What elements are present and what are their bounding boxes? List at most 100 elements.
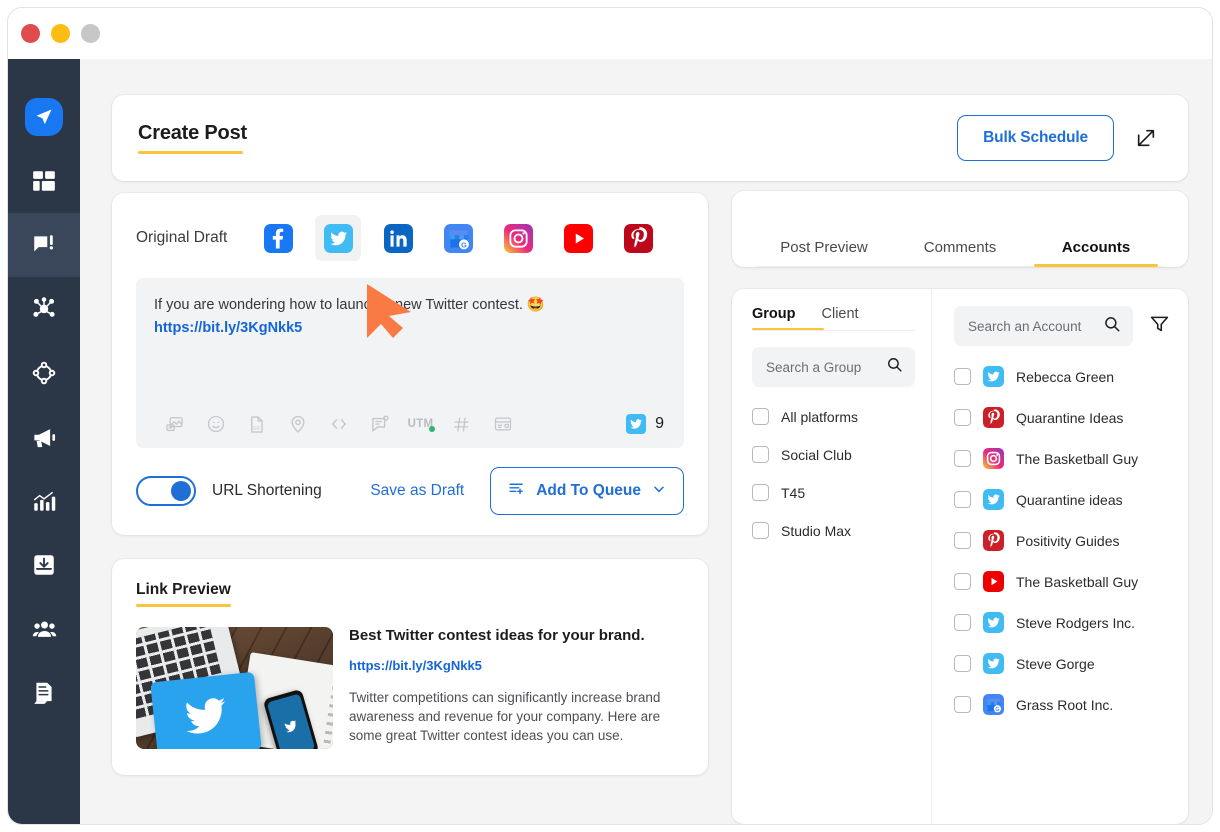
checkbox[interactable] xyxy=(954,409,971,426)
youtube-icon xyxy=(983,571,1004,592)
url-shortening-toggle[interactable] xyxy=(136,476,196,506)
post-editor[interactable]: If you are wondering how to launch a new… xyxy=(136,278,684,448)
group-item-t45[interactable]: T45 xyxy=(752,484,915,501)
checkbox[interactable] xyxy=(752,522,769,539)
tab-post-preview[interactable]: Post Preview xyxy=(756,239,892,267)
link-preview-url[interactable]: https://bit.ly/3KgNkk5 xyxy=(349,658,684,673)
sidebar-item-inbox[interactable] xyxy=(8,533,80,597)
checkbox[interactable] xyxy=(752,408,769,425)
platform-youtube[interactable] xyxy=(555,215,601,261)
platform-instagram[interactable] xyxy=(495,215,541,261)
bar-chart-icon xyxy=(31,488,57,514)
filter-funnel-icon[interactable] xyxy=(1149,313,1170,339)
sidebar-item-logo[interactable] xyxy=(8,85,80,149)
group-search-field[interactable] xyxy=(752,347,915,387)
checkbox[interactable] xyxy=(954,532,971,549)
collapse-panel-button[interactable] xyxy=(1135,127,1157,149)
editor-content[interactable]: If you are wondering how to launch a new… xyxy=(154,295,666,339)
bulk-schedule-button[interactable]: Bulk Schedule xyxy=(957,115,1114,161)
twitter-icon xyxy=(626,414,647,434)
sidebar-item-team[interactable] xyxy=(8,597,80,661)
account-row[interactable]: Rebecca Green xyxy=(954,366,1170,387)
platform-facebook[interactable] xyxy=(255,215,301,261)
accounts-search-row xyxy=(954,306,1170,346)
checkbox[interactable] xyxy=(954,368,971,385)
sidebar-item-campaigns[interactable] xyxy=(8,405,80,469)
account-row[interactable]: Quarantine ideas xyxy=(954,489,1170,510)
account-name: The Basketball Guy xyxy=(1016,450,1139,467)
account-row[interactable]: Steve Gorge xyxy=(954,653,1170,674)
sidebar-item-network[interactable] xyxy=(8,277,80,341)
group-item-label: Studio Max xyxy=(781,522,852,539)
account-name: The Basketball Guy xyxy=(1016,573,1139,590)
emoji-icon[interactable] xyxy=(195,414,236,434)
account-row[interactable]: The Basketball Guy xyxy=(954,571,1170,592)
save-as-draft-button[interactable]: Save as Draft xyxy=(370,482,464,500)
twitter-icon xyxy=(983,489,1004,510)
header-actions: Bulk Schedule xyxy=(957,115,1157,161)
group-item-studio-max[interactable]: Studio Max xyxy=(752,522,915,539)
checkbox[interactable] xyxy=(954,655,971,672)
platform-linkedin[interactable] xyxy=(375,215,421,261)
account-name: Quarantine Ideas xyxy=(1016,409,1124,426)
link-preview-text: Best Twitter contest ideas for your bran… xyxy=(349,627,684,749)
group-item-all-platforms[interactable]: All platforms xyxy=(752,408,915,425)
twitter-icon xyxy=(983,653,1004,674)
checkbox[interactable] xyxy=(954,450,971,467)
platform-pinterest[interactable] xyxy=(615,215,661,261)
twitter-icon xyxy=(983,366,1004,387)
platform-google-business[interactable]: G xyxy=(435,215,481,261)
page-header-card: Create Post Bulk Schedule xyxy=(112,95,1188,181)
left-column: Original Draft G If you are wondering ho… xyxy=(112,83,708,824)
account-row[interactable]: Quarantine Ideas xyxy=(954,407,1170,428)
checkbox[interactable] xyxy=(954,491,971,508)
sidebar-item-compose[interactable] xyxy=(8,213,80,277)
code-icon[interactable] xyxy=(318,414,359,434)
group-search-input[interactable] xyxy=(766,359,886,375)
add-to-queue-button[interactable]: Add To Queue xyxy=(490,467,684,515)
hashtag-icon[interactable] xyxy=(441,415,482,434)
composer-card: Original Draft G If you are wondering ho… xyxy=(112,193,708,535)
platform-twitter[interactable] xyxy=(315,215,362,261)
window-maximize-button[interactable] xyxy=(81,24,100,43)
sidebar-item-discovery[interactable] xyxy=(8,341,80,405)
sidebar-item-dashboard[interactable] xyxy=(8,149,80,213)
group-item-social-club[interactable]: Social Club xyxy=(752,446,915,463)
checkbox[interactable] xyxy=(752,484,769,501)
post-link[interactable]: https://bit.ly/3KgNkk5 xyxy=(154,318,666,339)
svg-text:GIF: GIF xyxy=(253,425,261,431)
tab-group[interactable]: Group xyxy=(752,306,796,331)
account-row[interactable]: G Grass Root Inc. xyxy=(954,694,1170,715)
sidebar-item-analytics[interactable] xyxy=(8,469,80,533)
account-search-input[interactable] xyxy=(968,318,1103,334)
window-close-button[interactable] xyxy=(21,24,40,43)
location-icon[interactable] xyxy=(277,414,318,434)
account-row[interactable]: Steve Rodgers Inc. xyxy=(954,612,1170,633)
account-name: Steve Gorge xyxy=(1016,655,1095,672)
sidebar-item-reports[interactable] xyxy=(8,661,80,725)
utm-icon[interactable]: UTM xyxy=(400,418,441,432)
tab-comments[interactable]: Comments xyxy=(892,239,1028,267)
account-search-field[interactable] xyxy=(954,306,1133,346)
note-icon[interactable] xyxy=(359,414,400,434)
gif-icon[interactable]: GIF xyxy=(236,415,277,434)
app-window: Original Draft G If you are wondering ho… xyxy=(8,8,1212,824)
tab-client[interactable]: Client xyxy=(822,306,859,331)
grid-dashboard-icon xyxy=(31,168,57,194)
link-preview-card: Link Preview Best Twitter contest ideas … xyxy=(112,559,708,775)
checkbox[interactable] xyxy=(954,696,971,713)
link-preview-title: Link Preview xyxy=(136,581,231,607)
utm-active-dot xyxy=(429,426,435,432)
group-client-tabs: Group Client xyxy=(752,306,915,331)
image-icon[interactable] xyxy=(154,415,195,434)
checkbox[interactable] xyxy=(954,573,971,590)
account-row[interactable]: The Basketball Guy xyxy=(954,448,1170,469)
window-minimize-button[interactable] xyxy=(51,24,70,43)
tab-accounts[interactable]: Accounts xyxy=(1028,239,1164,267)
account-row[interactable]: Positivity Guides xyxy=(954,530,1170,551)
right-column: Post Preview Comments Accounts Group Cli… xyxy=(732,83,1188,824)
checkbox[interactable] xyxy=(752,446,769,463)
checkbox[interactable] xyxy=(954,614,971,631)
template-icon[interactable] xyxy=(482,414,523,434)
search-icon xyxy=(886,356,903,378)
